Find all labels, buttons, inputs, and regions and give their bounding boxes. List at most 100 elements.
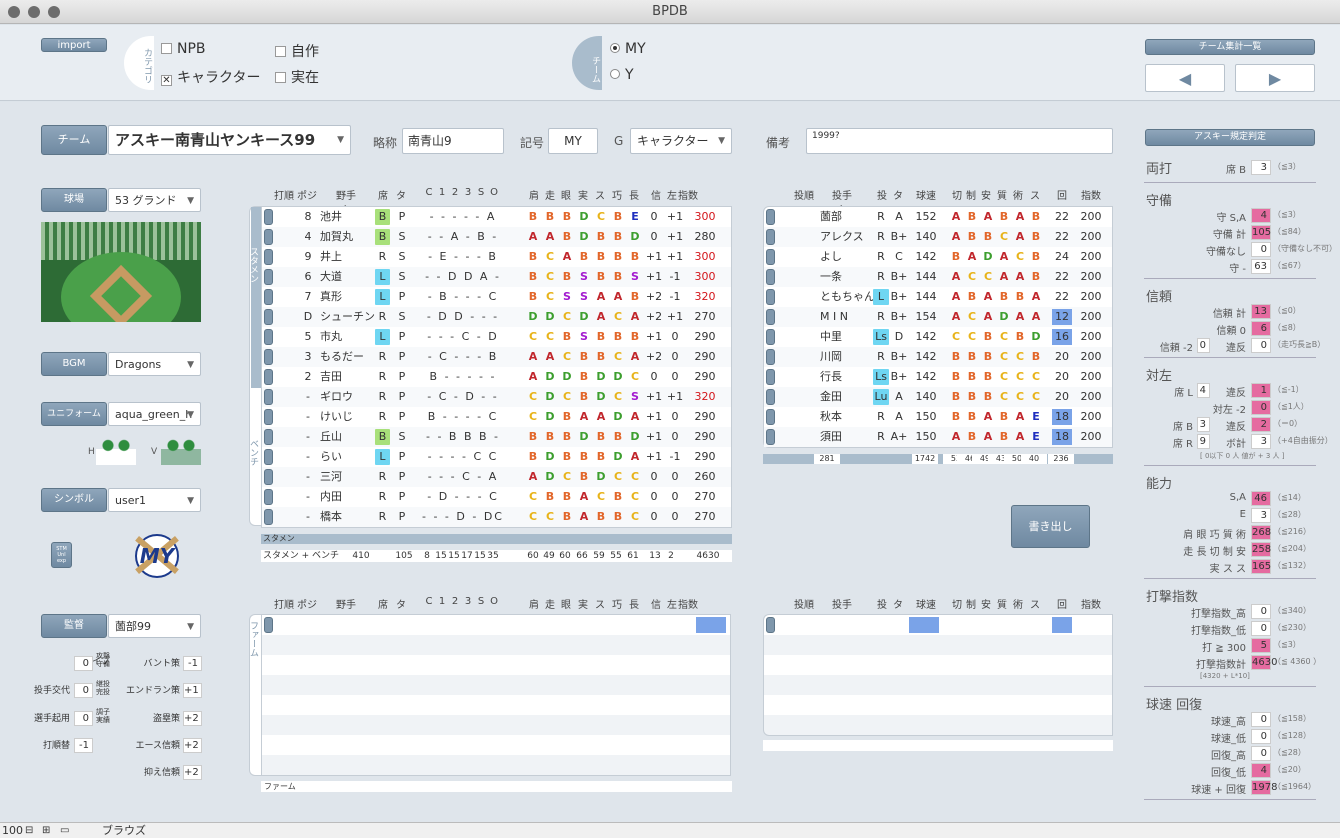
farm-pitcher-col-header[interactable]: 投順 [790,596,818,611]
row-drag-handle[interactable] [766,209,775,225]
row-drag-handle[interactable] [264,249,273,265]
row-drag-handle[interactable] [766,369,775,385]
table-row[interactable]: 3 もるだー R P - C - - - B A A C B B C A +2 0 290 [262,347,731,367]
pitcher-col-header[interactable]: 球速 [912,187,940,202]
custom-checkbox[interactable] [275,46,286,57]
row-drag-handle[interactable] [766,269,775,285]
row-drag-handle[interactable] [264,369,273,385]
farm-col-header[interactable]: タ [389,596,413,611]
prev-button[interactable]: ◀ [1145,64,1225,92]
table-row[interactable]: 薗部 R A 152 A B A B A B 22 200 [764,207,1112,227]
table-row[interactable]: 9 井上 R S - E - - - B B C A B B B B +1 +1 300 [262,247,731,267]
pitcher-col-header[interactable]: タ [884,187,912,202]
farm-pitcher-col-header[interactable]: タ [884,596,912,611]
table-row[interactable]: - 内田 R P - D - - - C C B B A C B C 0 0 270 [262,487,731,507]
pitcher-col-header[interactable]: 回 [1048,187,1076,202]
bat-col-header[interactable]: 打順 [272,187,296,202]
bgm-button[interactable]: BGM [41,352,107,376]
table-row[interactable]: 金田 Lu A 140 B B B C C C 20 200 [764,387,1112,407]
table-row[interactable]: 6 大道 L S - - D D A - B C B S B B S +1 -1 300 [262,267,731,287]
farm-pitcher-col-header[interactable]: 球速 [912,596,940,611]
layout-icon[interactable]: ▭ [60,823,69,838]
table-row[interactable]: アレクス R B+ 140 A B B C A B 22 200 [764,227,1112,247]
criteria-value[interactable]: 46 [1251,491,1271,506]
symbol-dropdown[interactable]: user1 ▼ [108,488,201,512]
table-row[interactable]: M I N R B+ 154 A C A D A A 12 200 [764,307,1112,327]
farm-col-header[interactable]: 長 [622,596,646,611]
bat-col-header[interactable]: O [482,187,506,198]
close-window-icon[interactable] [8,6,20,18]
table-row[interactable]: 7 真形 L P - B - - - C B C S S A A B +2 -1 320 [262,287,731,307]
team-button[interactable]: チーム [41,125,107,155]
farm-col-header[interactable]: 打順 [272,596,296,611]
table-row[interactable]: 2 吉田 R P B - - - - - A D D B D D C 0 0 290 [262,367,731,387]
cat-npb[interactable]: NPB [161,41,206,57]
pitcher-col-header[interactable]: ス [1021,187,1049,202]
bgm-dropdown[interactable]: Dragons ▼ [108,352,201,376]
next-button[interactable]: ▶ [1235,64,1315,92]
farm-col-header[interactable]: O [482,596,506,607]
ms-endrun-value[interactable]: +1 [183,683,202,698]
team-my-radio[interactable]: MY [610,41,646,57]
criteria-value[interactable]: 1 [1251,383,1271,398]
table-row[interactable]: ともちゃん L B+ 144 A B A B B A 22 200 [764,287,1112,307]
ascii-judge-button[interactable]: アスキー規定判定 [1145,129,1315,146]
row-drag-handle[interactable] [766,409,775,425]
table-row[interactable]: 5 市丸 L P - - - C - D C C B S B B B +1 0 290 [262,327,731,347]
criteria-pre-value[interactable]: 4 [1197,383,1210,398]
row-drag-handle[interactable] [264,449,273,465]
criteria-value[interactable]: 4 [1251,763,1271,778]
row-drag-handle[interactable] [264,229,273,245]
table-row[interactable]: 須田 R A+ 150 A B A B A E 18 200 [764,427,1112,447]
cat-real[interactable]: 実在 [275,67,319,87]
criteria-value[interactable]: 0 [1251,712,1271,727]
criteria-pre-value[interactable]: 3 [1197,417,1210,432]
table-row[interactable]: 川岡 R B+ 142 B B B C C B 20 200 [764,347,1112,367]
row-drag-handle[interactable] [766,229,775,245]
minimize-window-icon[interactable] [28,6,40,18]
row-drag-handle[interactable] [264,209,273,225]
row-drag-handle[interactable] [766,249,775,265]
table-row[interactable]: 中里 Ls D 142 C C B C B D 16 200 [764,327,1112,347]
export-button[interactable]: 書き出し [1011,505,1090,548]
table-row[interactable]: - 橋本 R P - - - D - DC C C B A B B C 0 0 270 [262,507,731,527]
symbol-button[interactable]: シンボル [41,488,107,512]
farm-pitcher-handle[interactable] [766,617,775,633]
team-y-radio[interactable]: Y [610,67,634,83]
row-drag-handle[interactable] [766,349,775,365]
bat-col-header[interactable]: 長 [622,187,646,202]
uniform-button[interactable]: ユニフォーム [41,402,107,426]
row-drag-handle[interactable] [766,429,775,445]
criteria-value[interactable]: 258 [1251,542,1271,557]
row-drag-handle[interactable] [264,329,273,345]
table-row[interactable]: - 三河 R P - - - C - A A D C B D C C 0 0 260 [262,467,731,487]
cat-custom[interactable]: 自作 [275,41,319,61]
ms-bunt-value[interactable]: -1 [183,656,202,671]
row-drag-handle[interactable] [766,309,775,325]
criteria-value[interactable]: 4630 [1251,655,1277,670]
criteria-value[interactable]: 0 [1251,400,1271,415]
zoom-window-icon[interactable] [48,6,60,18]
farm-row-handle[interactable] [264,617,273,633]
ms-change-value[interactable]: 0 [74,683,93,698]
ms-closer-value[interactable]: +2 [183,765,202,780]
zoom-in-icon[interactable]: ⊞ [42,823,50,838]
row-drag-handle[interactable] [264,309,273,325]
import-button[interactable]: import [41,38,107,52]
note-field[interactable]: 1999? [806,128,1113,154]
row-drag-handle[interactable] [766,329,775,345]
bat-col-header[interactable]: 指数 [676,187,700,202]
criteria-value[interactable]: 0 [1251,242,1271,257]
zoom-level[interactable]: 100 [2,823,23,838]
table-row[interactable]: 行長 Ls B+ 142 B B B C C C 20 200 [764,367,1112,387]
team-summary-button[interactable]: チーム集計一覧 [1145,39,1315,55]
criteria-value[interactable]: 4 [1251,208,1271,223]
stadium-button[interactable]: 球場 [41,188,107,212]
stm-button[interactable]: STM Unl exp [51,542,72,568]
mode-label[interactable]: ブラウズ [102,823,146,838]
ms-order-value[interactable]: -1 [74,738,93,753]
cat-character[interactable]: ✕ キャラクター [161,67,260,87]
farm-col-header[interactable]: 指数 [676,596,700,611]
zoom-out-icon[interactable]: ⊟ [25,823,33,838]
table-row[interactable]: - らい L P - - - - C C B D B B B D A +1 -1 290 [262,447,731,467]
